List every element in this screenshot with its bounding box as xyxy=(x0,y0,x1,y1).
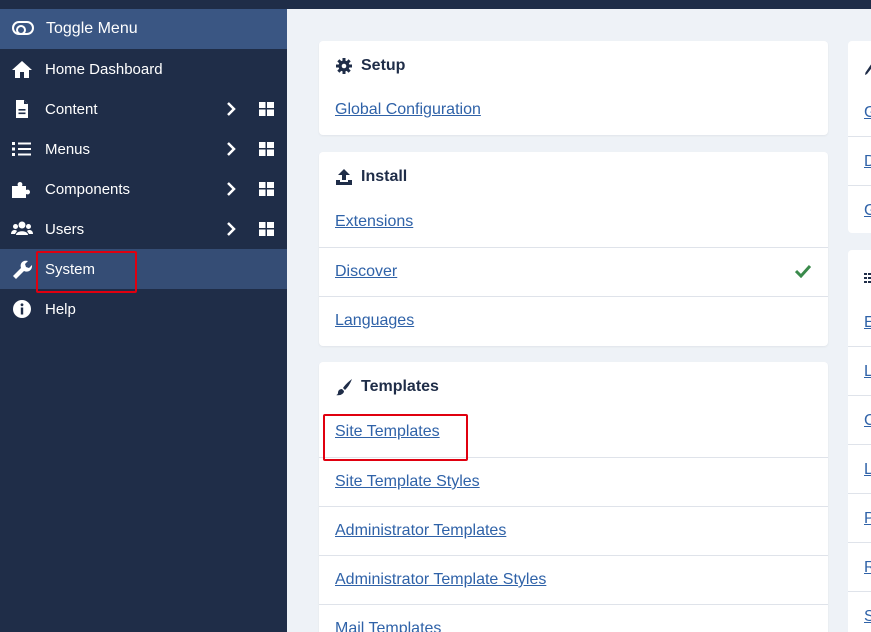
dashboard-grid-icon[interactable] xyxy=(259,102,274,116)
list-item: Discover xyxy=(319,247,828,296)
list-icon xyxy=(12,142,31,156)
right-card-2-link[interactable]: S xyxy=(864,608,871,626)
sidebar-item-home-dashboard[interactable]: Home Dashboard xyxy=(0,49,287,89)
setup-card-header: Setup xyxy=(335,56,405,76)
wrench-icon xyxy=(13,260,33,279)
home-icon xyxy=(12,61,32,78)
languages-link[interactable]: Languages xyxy=(335,312,414,330)
dashboard-grid-icon[interactable] xyxy=(259,142,274,156)
list-item: Site Template Styles xyxy=(319,457,828,506)
site-template-styles-link[interactable]: Site Template Styles xyxy=(335,473,480,491)
gear-icon xyxy=(336,58,352,74)
mail-templates-link[interactable]: Mail Templates xyxy=(335,620,441,632)
right-card-2: E L C L P R S xyxy=(848,250,871,632)
sidebar-item-label: System xyxy=(45,260,96,278)
setup-card: Setup Global Configuration xyxy=(319,41,828,135)
dashboard-grid-icon[interactable] xyxy=(259,182,274,196)
templates-card-title: Templates xyxy=(361,378,439,395)
paint-brush-icon xyxy=(336,379,352,396)
users-icon xyxy=(11,221,33,235)
right-card-2-link[interactable]: R xyxy=(864,559,871,577)
right-card-2-link[interactable]: C xyxy=(864,412,871,430)
upload-icon xyxy=(336,169,352,185)
info-icon xyxy=(13,300,31,318)
site-templates-link[interactable]: Site Templates xyxy=(335,423,440,441)
sidebar-item-help[interactable]: Help xyxy=(0,289,287,329)
right-card-2-link[interactable]: P xyxy=(864,510,871,528)
right-card-1-link[interactable]: G xyxy=(864,104,871,122)
install-card-header: Install xyxy=(335,167,407,187)
right-card-2-link[interactable]: E xyxy=(864,314,871,332)
administrator-templates-link[interactable]: Administrator Templates xyxy=(335,522,506,540)
right-card-1-link[interactable]: D xyxy=(864,153,871,171)
global-configuration-link[interactable]: Global Configuration xyxy=(335,101,481,119)
chevron-right-icon[interactable] xyxy=(224,101,238,117)
sidebar-item-label: Components xyxy=(45,180,131,198)
divider xyxy=(848,591,871,592)
sidebar-item-components[interactable]: Components xyxy=(0,169,287,209)
right-card-2-link[interactable]: L xyxy=(864,461,871,479)
right-card-2-link[interactable]: L xyxy=(864,363,871,381)
right-card-1-link[interactable]: G xyxy=(864,202,871,220)
toggle-menu-button[interactable]: Toggle Menu xyxy=(0,9,287,49)
list-item: Global Configuration xyxy=(319,86,828,135)
divider xyxy=(848,395,871,396)
list-item: Mail Templates xyxy=(319,604,828,632)
sidebar-item-label: Users xyxy=(45,220,85,238)
templates-card: Templates Site Templates Site Template S… xyxy=(319,362,828,632)
setup-card-title: Setup xyxy=(361,57,406,74)
list-item: Extensions xyxy=(319,198,828,247)
sidebar-item-label: Help xyxy=(45,300,76,318)
list-item: Administrator Template Styles xyxy=(319,555,828,604)
divider xyxy=(848,493,871,494)
sidebar-item-content[interactable]: Content xyxy=(0,89,287,129)
right-card-1: G D G xyxy=(848,41,871,233)
file-icon xyxy=(16,100,28,118)
divider xyxy=(848,185,871,186)
sidebar-item-label: Home Dashboard xyxy=(45,60,163,78)
administrator-template-styles-link[interactable]: Administrator Template Styles xyxy=(335,571,546,589)
install-card: Install Extensions Discover Languages xyxy=(319,152,828,346)
sidebar: Toggle Menu Home Dashboard Content Menus… xyxy=(0,0,287,632)
list-item: Languages xyxy=(319,296,828,345)
check-icon xyxy=(795,264,811,278)
list-item: Site Templates xyxy=(319,408,828,457)
toggle-icon xyxy=(12,21,34,35)
pencil-icon xyxy=(865,64,871,75)
sidebar-item-menus[interactable]: Menus xyxy=(0,129,287,169)
templates-card-header: Templates xyxy=(335,377,439,397)
chevron-right-icon[interactable] xyxy=(224,141,238,157)
chevron-right-icon[interactable] xyxy=(224,221,238,237)
discover-link[interactable]: Discover xyxy=(335,263,397,281)
divider xyxy=(848,346,871,347)
divider xyxy=(848,542,871,543)
sidebar-item-label: Menus xyxy=(45,140,91,158)
list-item: Administrator Templates xyxy=(319,506,828,555)
install-card-title: Install xyxy=(361,168,408,185)
dashboard-grid-icon[interactable] xyxy=(259,222,274,236)
chevron-right-icon[interactable] xyxy=(224,181,238,197)
sidebar-item-label: Content xyxy=(45,100,98,118)
list-check-icon xyxy=(864,273,871,283)
divider xyxy=(848,444,871,445)
extensions-link[interactable]: Extensions xyxy=(335,213,413,231)
sidebar-item-system[interactable]: System xyxy=(0,249,287,289)
sidebar-item-users[interactable]: Users xyxy=(0,209,287,249)
puzzle-icon xyxy=(12,182,30,198)
top-header-strip xyxy=(287,0,871,9)
divider xyxy=(848,136,871,137)
toggle-menu-label: Toggle Menu xyxy=(46,20,138,37)
